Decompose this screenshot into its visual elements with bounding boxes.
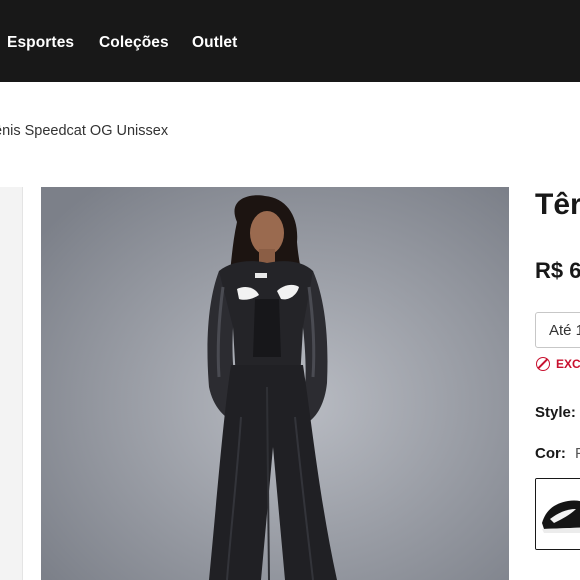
shoe-thumbnail [536, 479, 580, 549]
nav-item-colecoes[interactable]: Coleções [99, 34, 169, 52]
product-image[interactable] [41, 187, 509, 580]
breadcrumb: ênis Speedcat OG Unissex [0, 123, 168, 139]
exclusive-badge: EXCL [536, 357, 580, 371]
top-navigation: Esportes Coleções Outlet [0, 0, 580, 82]
prohibited-icon [536, 357, 550, 371]
thumbnail-strip[interactable] [0, 187, 23, 580]
product-photo [41, 187, 509, 580]
color-swatch[interactable] [535, 478, 580, 550]
product-price: R$ 6 [535, 258, 580, 283]
exclusive-badge-text: EXCL [556, 357, 580, 371]
product-title: Têr [535, 188, 580, 221]
breadcrumb-current: ênis Speedcat OG Unissex [0, 123, 169, 139]
style-label: Style: [535, 404, 576, 421]
color-label: Cor: [535, 445, 566, 462]
installment-select-value: Até 1 [549, 322, 580, 339]
nav-item-outlet[interactable]: Outlet [192, 34, 237, 52]
color-value: P [575, 445, 580, 462]
installment-select[interactable]: Até 1 [535, 312, 580, 348]
nav-item-esportes[interactable]: Esportes [7, 34, 74, 52]
